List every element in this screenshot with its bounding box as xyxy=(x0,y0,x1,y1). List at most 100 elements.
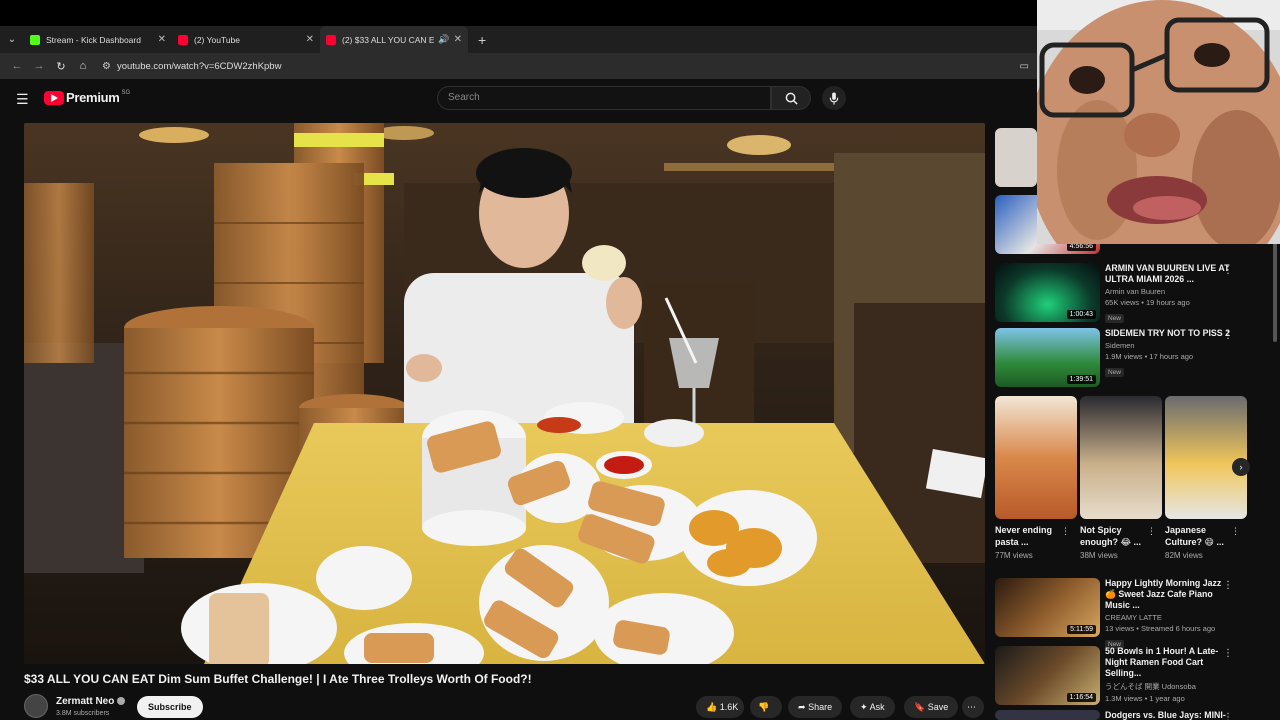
youtube-logo[interactable]: Premium SG xyxy=(44,90,130,105)
reload-icon[interactable]: ↻ xyxy=(50,60,72,73)
more-vertical-icon[interactable]: ⋮ xyxy=(1061,526,1070,537)
channel-name[interactable]: CREAMY LATTE xyxy=(1105,613,1233,622)
ask-label: Ask xyxy=(869,702,885,712)
thumbs-up-icon: 👍 xyxy=(706,702,718,712)
country-code: SG xyxy=(121,89,131,96)
video-title[interactable]: Happy Lightly Morning Jazz 🍊 Sweet Jazz … xyxy=(1105,578,1233,611)
webcam-feed xyxy=(1037,0,1280,244)
like-count: 1.6K xyxy=(719,702,739,712)
search-icon xyxy=(785,92,798,105)
microphone-icon xyxy=(829,91,839,105)
short-thumbnail[interactable] xyxy=(1080,396,1162,519)
close-icon[interactable]: ✕ xyxy=(158,34,166,45)
address-bar: ← → ↻ ⌂ ⚙ youtube.com/watch?v=6CDW2zhKpb… xyxy=(0,53,1037,79)
search-input[interactable]: Search xyxy=(437,86,771,110)
video-thumbnail[interactable]: 5:11:59 xyxy=(995,578,1100,637)
speaker-icon[interactable]: 🔊 xyxy=(438,34,449,45)
back-icon[interactable]: ← xyxy=(6,60,28,72)
thumbs-down-icon: 👎 xyxy=(758,702,770,712)
video-player[interactable] xyxy=(24,123,985,664)
tab-strip: ⌄ Stream - Kick Dashboard ✕ (2) YouTube … xyxy=(0,26,1037,53)
tab-current-video[interactable]: (2) $33 ALL YOU CAN EAT D 🔊 ✕ xyxy=(320,26,468,53)
more-vertical-icon[interactable]: ⋮ xyxy=(1223,648,1233,659)
more-actions-button[interactable]: ⋯ xyxy=(962,696,984,718)
verified-icon xyxy=(117,697,126,706)
url-field[interactable]: youtube.com/watch?v=6CDW2zhKpbw xyxy=(117,61,281,72)
channel-name[interactable]: Zermatt Neo xyxy=(56,696,126,707)
channel-avatar[interactable] xyxy=(24,694,48,718)
tab-youtube[interactable]: (2) YouTube ✕ xyxy=(172,26,320,53)
more-vertical-icon[interactable]: ⋮ xyxy=(1223,265,1233,276)
video-title[interactable]: Dodgers vs. Blue Jays: MINI- xyxy=(1105,710,1233,720)
short-thumbnail[interactable] xyxy=(995,396,1077,519)
tab-kick-dashboard[interactable]: Stream - Kick Dashboard ✕ xyxy=(24,26,172,53)
youtube-play-icon xyxy=(44,90,64,105)
save-button[interactable]: 🔖 Save xyxy=(904,696,959,718)
video-meta: 13 views • Streamed 6 hours ago xyxy=(1105,624,1216,633)
video-thumbnail[interactable]: 1:16:54 xyxy=(995,646,1100,705)
video-thumbnail[interactable] xyxy=(995,128,1037,187)
more-vertical-icon[interactable]: ⋮ xyxy=(1223,712,1233,720)
tab-search-button[interactable]: ⌄ xyxy=(0,28,24,52)
video-thumbnail[interactable]: 1:39:51 xyxy=(995,328,1100,387)
more-horizontal-icon: ⋯ xyxy=(967,702,976,712)
duration-badge: 1:16:54 xyxy=(1066,693,1096,702)
save-label: Save xyxy=(927,702,949,712)
video-info: Dodgers vs. Blue Jays: MINI- xyxy=(1105,710,1233,720)
channel-name[interactable]: Sidemen xyxy=(1105,341,1233,350)
subscribe-button[interactable]: Subscribe xyxy=(137,696,203,718)
menu-icon[interactable]: ☰ xyxy=(16,91,29,108)
video-thumbnail[interactable] xyxy=(995,710,1100,720)
more-vertical-icon[interactable]: ⋮ xyxy=(1223,580,1233,591)
close-icon[interactable]: ✕ xyxy=(306,34,314,45)
video-title[interactable]: ARMIN VAN BUUREN LIVE AT ULTRA MIAMI 202… xyxy=(1105,263,1233,285)
cast-icon[interactable]: ▭ xyxy=(1020,61,1029,72)
tab-title: (2) YouTube xyxy=(194,34,240,45)
like-button[interactable]: 👍 1.6K xyxy=(696,696,744,718)
video-info: Happy Lightly Morning Jazz 🍊 Sweet Jazz … xyxy=(1105,578,1233,651)
video-title[interactable]: 50 Bowls in 1 Hour! A Late-Night Ramen F… xyxy=(1105,646,1233,679)
duration-badge: 1:39:51 xyxy=(1066,375,1096,384)
home-icon[interactable]: ⌂ xyxy=(72,60,94,72)
forward-icon[interactable]: → xyxy=(28,60,50,72)
more-vertical-icon[interactable]: ⋮ xyxy=(1231,526,1240,537)
search-button[interactable] xyxy=(771,86,811,110)
youtube-header: ☰ Premium SG Search xyxy=(0,79,1037,119)
new-badge: New xyxy=(1105,368,1125,377)
close-icon[interactable]: ✕ xyxy=(454,34,462,45)
tab-title: (2) $33 ALL YOU CAN EAT D xyxy=(342,34,435,45)
voice-search-button[interactable] xyxy=(822,86,846,110)
sparkle-icon: ✦ xyxy=(860,702,868,712)
video-meta: 1.9M views • 17 hours ago xyxy=(1105,352,1194,361)
screen: ⌄ Stream - Kick Dashboard ✕ (2) YouTube … xyxy=(0,0,1280,720)
page-scrollbar[interactable] xyxy=(1273,242,1277,342)
ask-button[interactable]: ✦ Ask xyxy=(850,696,895,718)
share-icon: ➦ xyxy=(798,702,806,712)
short-title[interactable]: Japanese Culture? 😄 ... xyxy=(1165,524,1227,548)
new-tab-button[interactable]: + xyxy=(478,32,486,48)
more-vertical-icon[interactable]: ⋮ xyxy=(1223,330,1233,341)
video-owner-row: Zermatt Neo 3.8M subscribers Subscribe 👍… xyxy=(24,694,985,720)
more-vertical-icon[interactable]: ⋮ xyxy=(1147,526,1156,537)
share-button[interactable]: ➦ Share xyxy=(788,696,843,718)
site-settings-icon[interactable]: ⚙ xyxy=(102,61,111,72)
video-info: SIDEMEN TRY NOT TO PISS 2 Sidemen 1.9M v… xyxy=(1105,328,1233,379)
channel-name[interactable]: Armin van Buuren xyxy=(1105,287,1233,296)
tab-title: Stream - Kick Dashboard xyxy=(46,34,141,45)
chevron-down-icon: ⌄ xyxy=(7,34,17,45)
webcam-overlay xyxy=(1037,0,1280,244)
dislike-button[interactable]: 👎 xyxy=(750,696,782,718)
channel-name[interactable]: うどんそば 開業 Udonsoba xyxy=(1105,681,1233,692)
youtube-icon xyxy=(326,34,336,45)
short-title[interactable]: Not Spicy enough? 😂 ... xyxy=(1080,524,1142,548)
new-badge: New xyxy=(1105,314,1125,323)
short-title[interactable]: Never ending pasta ... xyxy=(995,524,1057,548)
logo-text: Premium xyxy=(66,90,120,105)
video-thumbnail[interactable]: 1:00:43 xyxy=(995,263,1100,322)
shelf-next-button[interactable]: › xyxy=(1232,458,1250,476)
duration-badge: 1:00:43 xyxy=(1066,310,1096,319)
video-meta: 1.3M views • 1 year ago xyxy=(1105,694,1185,703)
video-title[interactable]: SIDEMEN TRY NOT TO PISS 2 xyxy=(1105,328,1233,339)
short-views: 38M views xyxy=(1080,551,1118,560)
short-thumbnail[interactable] xyxy=(1165,396,1247,519)
